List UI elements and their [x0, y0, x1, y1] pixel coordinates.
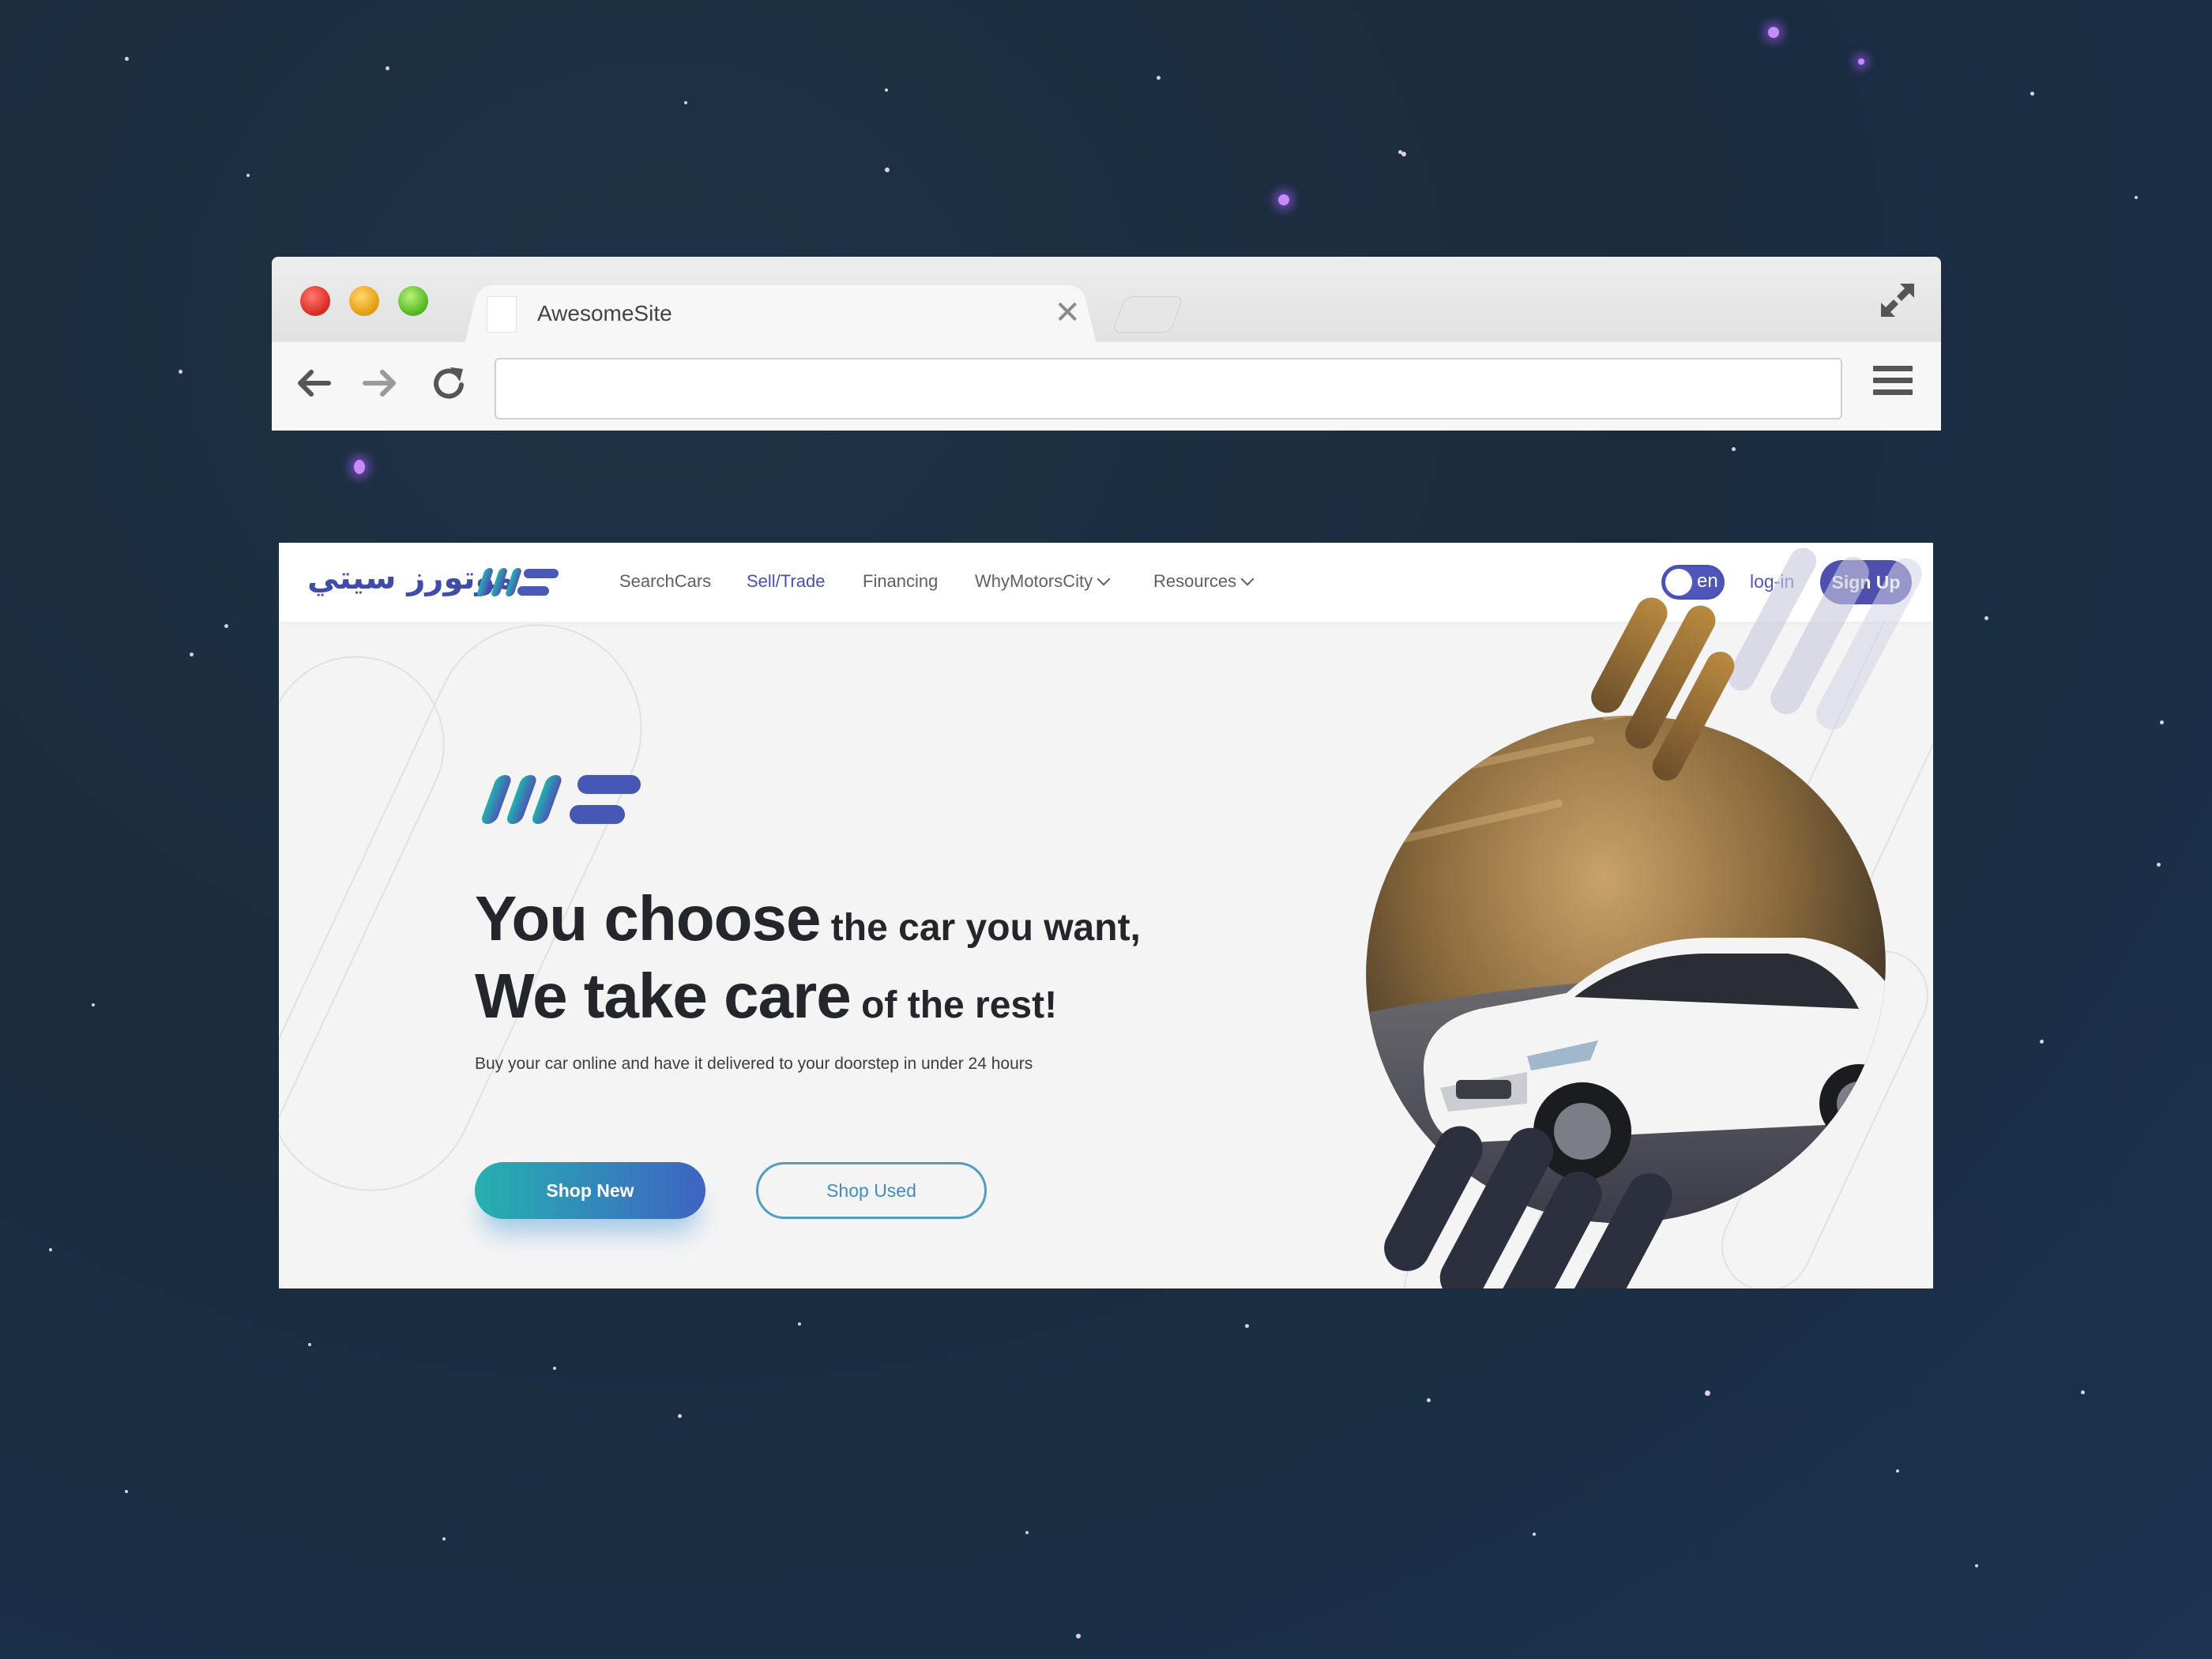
reload-icon[interactable]: [427, 361, 471, 405]
hero-subtext: Buy your car online and have it delivere…: [475, 1055, 1033, 1073]
nav-link-whymotorscity[interactable]: WhyMotorsCity: [975, 571, 1111, 592]
nav-link-searchcars[interactable]: SearchCars: [619, 571, 711, 592]
hero-headline: You choose the car you want, We take car…: [475, 882, 1141, 1037]
browser-window: AwesomeSite ✕: [272, 257, 1941, 431]
browser-tab-content: AwesomeSite ✕: [487, 287, 1087, 342]
close-window-button[interactable]: [300, 286, 330, 316]
page-favicon-icon: [487, 296, 517, 333]
browser-menu-icon[interactable]: [1873, 366, 1913, 401]
address-bar-input[interactable]: [495, 358, 1842, 419]
fullscreen-expand-icon[interactable]: [1878, 280, 1917, 320]
hero-car-image: [1294, 547, 1933, 1288]
nav-link-resources-label: Resources: [1153, 571, 1237, 591]
browser-toolbar: [272, 342, 1941, 431]
nav-link-whymotorscity-label: WhyMotorsCity: [975, 571, 1093, 591]
hero-brand-logo-icon: [481, 775, 641, 824]
tab-close-icon[interactable]: ✕: [1054, 293, 1081, 333]
headline-line1-rest: the car you want,: [820, 907, 1141, 949]
tab-title: AwesomeSite: [537, 301, 672, 325]
headline-line1-emphasis: You choose: [475, 883, 821, 954]
nav-link-financing[interactable]: Financing: [863, 571, 938, 592]
nav-link-sell-trade[interactable]: Sell/Trade: [747, 571, 825, 592]
forward-arrow-icon[interactable]: [359, 361, 403, 405]
back-arrow-icon[interactable]: [291, 361, 335, 405]
headline-line2-emphasis: We take care: [475, 961, 852, 1031]
website-viewport: موتورز سيتي SearchCars Sell/Trade Financ…: [279, 543, 1933, 1288]
nav-link-resources[interactable]: Resources: [1153, 571, 1255, 592]
headline-line2-rest: of the rest!: [850, 984, 1058, 1026]
minimize-window-button[interactable]: [349, 286, 379, 316]
chevron-down-icon: [1240, 572, 1255, 586]
maximize-window-button[interactable]: [398, 286, 428, 316]
tab-bar: AwesomeSite ✕: [272, 257, 1941, 344]
new-tab-button[interactable]: [1112, 296, 1184, 333]
shop-used-button[interactable]: Shop Used: [756, 1162, 987, 1219]
chevron-down-icon: [1097, 572, 1111, 586]
shop-new-button[interactable]: Shop New: [475, 1162, 705, 1219]
brand-logo-icon[interactable]: [472, 566, 560, 598]
